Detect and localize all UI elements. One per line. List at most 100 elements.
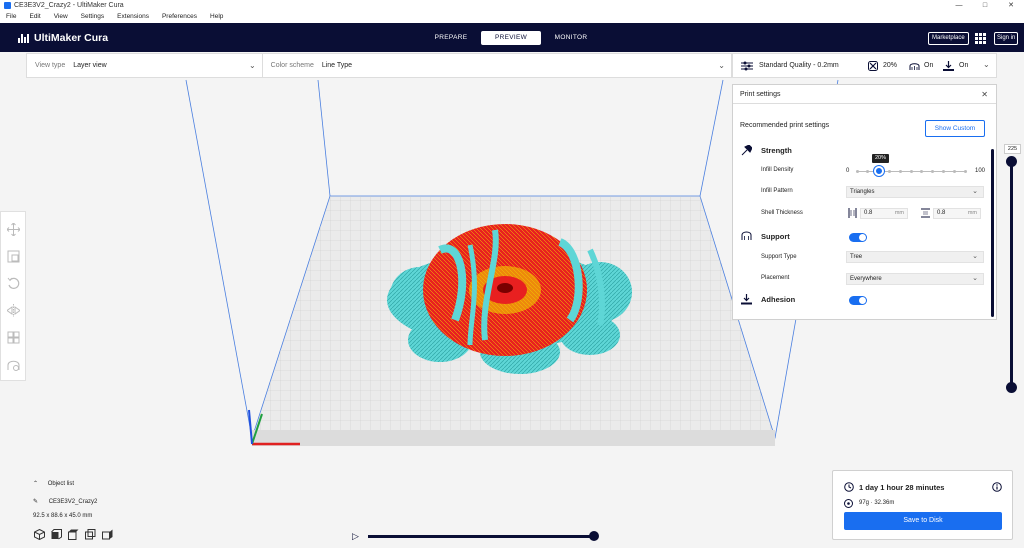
color-scheme-value: Line Type <box>321 62 353 69</box>
infill-tick <box>941 170 945 173</box>
wall-thickness-input[interactable]: 0.8 mm <box>860 208 908 219</box>
window-title: CE3E3V2_Crazy2 - UltiMaker Cura <box>14 2 124 9</box>
support-summary: On <box>924 62 934 69</box>
logo-text: UltiMaker Cura <box>34 32 109 44</box>
3d-view-icon[interactable] <box>34 529 45 540</box>
infill-min: 0 <box>846 168 850 174</box>
menu-view[interactable]: View <box>54 11 68 23</box>
infill-tick <box>952 170 956 173</box>
adhesion-title: Adhesion <box>761 295 796 304</box>
chevron-up-icon: ⌃ <box>33 481 39 487</box>
menu-file[interactable]: File <box>6 11 16 23</box>
sign-in-button[interactable]: Sign in <box>994 32 1019 45</box>
infill-tick <box>920 170 924 173</box>
menu-preferences[interactable]: Preferences <box>162 11 197 23</box>
infill-value-tooltip: 20% <box>872 154 890 163</box>
panel-title: Print settings <box>733 85 996 104</box>
panel-scrollbar[interactable] <box>991 149 994 317</box>
info-icon[interactable] <box>992 482 1002 492</box>
layer-slider-track[interactable] <box>1010 162 1013 390</box>
object-list-toggle[interactable]: ⌃ Object list <box>33 480 74 487</box>
show-custom-button[interactable]: Show Custom <box>925 120 985 137</box>
pencil-icon: ✎ <box>33 499 39 505</box>
front-view-icon[interactable] <box>51 529 62 540</box>
support-blocker-icon[interactable] <box>7 358 20 371</box>
object-dimensions: 92.5 x 88.6 x 45.0 mm <box>33 513 93 519</box>
infill-density-handle[interactable] <box>873 166 884 176</box>
support-toggle[interactable] <box>849 233 867 242</box>
mirror-icon[interactable] <box>7 304 20 317</box>
layer-number-input[interactable]: 225 <box>1004 144 1021 154</box>
top-view-icon[interactable] <box>68 529 79 540</box>
layer-slider-top-handle[interactable] <box>1006 156 1017 167</box>
close-window-button[interactable]: ✕ <box>998 0 1024 11</box>
simulation-slider-handle[interactable] <box>589 531 599 541</box>
save-to-disk-button[interactable]: Save to Disk <box>844 512 1002 530</box>
move-icon[interactable] <box>7 223 20 236</box>
chevron-down-icon: ⌄ <box>718 61 725 70</box>
app-logo: UltiMaker Cura <box>18 32 108 44</box>
per-model-settings-icon[interactable] <box>7 331 20 344</box>
menu-settings[interactable]: Settings <box>81 11 105 23</box>
adhesion-icon <box>741 294 752 305</box>
placement-select[interactable]: Everywhere ⌄ <box>846 273 984 285</box>
close-icon[interactable]: ✕ <box>981 85 988 104</box>
minimize-button[interactable]: — <box>946 0 972 11</box>
camera-view-buttons <box>34 529 113 540</box>
scale-icon[interactable] <box>7 250 20 263</box>
chevron-down-icon: ⌄ <box>972 253 978 260</box>
view-type-value: Layer view <box>73 62 107 69</box>
window-controls: — □ ✕ <box>946 0 1024 11</box>
support-title: Support <box>761 232 790 241</box>
infill-tick <box>866 170 870 173</box>
chevron-down-icon: ⌄ <box>983 60 990 69</box>
tab-preview[interactable]: PREVIEW <box>481 31 541 45</box>
print-setup-summary[interactable]: Standard Quality - 0.2mm 20% On On ⌄ <box>732 53 997 78</box>
top-bottom-thickness-icon <box>921 208 930 218</box>
z-axis <box>248 409 253 445</box>
app-header: UltiMaker Cura PREPARE PREVIEW MONITOR M… <box>0 23 1024 52</box>
menu-help[interactable]: Help <box>210 11 223 23</box>
infill-max: 100 <box>975 168 986 174</box>
strength-title: Strength <box>761 146 792 155</box>
maximize-button[interactable]: □ <box>972 0 998 11</box>
sliders-icon <box>741 61 753 71</box>
menu-edit[interactable]: Edit <box>29 11 40 23</box>
support-icon <box>741 231 752 240</box>
rotate-icon[interactable] <box>7 277 20 290</box>
right-view-icon[interactable] <box>102 529 113 540</box>
print-settings-panel: Print settings ✕ Recommended print setti… <box>732 84 997 320</box>
color-scheme-dropdown[interactable]: Color scheme Line Type ⌄ <box>263 54 731 77</box>
shell-thickness-label: Shell Thickness <box>761 210 803 216</box>
infill-tick <box>855 170 859 173</box>
tab-prepare[interactable]: PREPARE <box>421 31 481 45</box>
menu-extensions[interactable]: Extensions <box>117 11 149 23</box>
print-time: 1 day 1 hour 28 minutes <box>859 483 945 492</box>
print-output-panel: 1 day 1 hour 28 minutes 97g · 32.36m Sav… <box>832 470 1013 540</box>
play-simulation-icon[interactable]: ▷ <box>352 531 359 542</box>
adhesion-toggle[interactable] <box>849 296 867 305</box>
view-type-dropdown[interactable]: View type Layer view ⌄ <box>27 54 263 77</box>
layer-slider-bottom-handle[interactable] <box>1006 382 1017 393</box>
clock-icon <box>844 482 854 492</box>
wall-thickness-icon <box>848 208 857 218</box>
infill-tick <box>887 170 891 173</box>
placement-label: Placement <box>761 275 790 281</box>
simulation-slider-track[interactable] <box>368 535 594 538</box>
apps-grid-icon[interactable] <box>975 33 986 44</box>
infill-summary: 20% <box>883 62 898 69</box>
left-view-icon[interactable] <box>85 529 96 540</box>
infill-tick <box>931 170 935 173</box>
chevron-down-icon: ⌄ <box>972 275 978 282</box>
adhesion-icon <box>943 61 954 71</box>
support-type-select[interactable]: Tree ⌄ <box>846 251 984 263</box>
tab-monitor[interactable]: MONITOR <box>541 31 601 45</box>
marketplace-button[interactable]: Marketplace <box>928 32 969 45</box>
infill-tick <box>963 170 967 173</box>
infill-tick <box>898 170 902 173</box>
top-bottom-thickness-input[interactable]: 0.8 mm <box>933 208 981 219</box>
hammer-icon <box>741 145 752 156</box>
infill-pattern-select[interactable]: Triangles ⌄ <box>846 186 984 198</box>
object-name-row[interactable]: ✎ CE3E3V2_Crazy2 <box>33 498 97 505</box>
window-titlebar: CE3E3V2_Crazy2 - UltiMaker Cura — □ ✕ <box>0 0 1024 11</box>
